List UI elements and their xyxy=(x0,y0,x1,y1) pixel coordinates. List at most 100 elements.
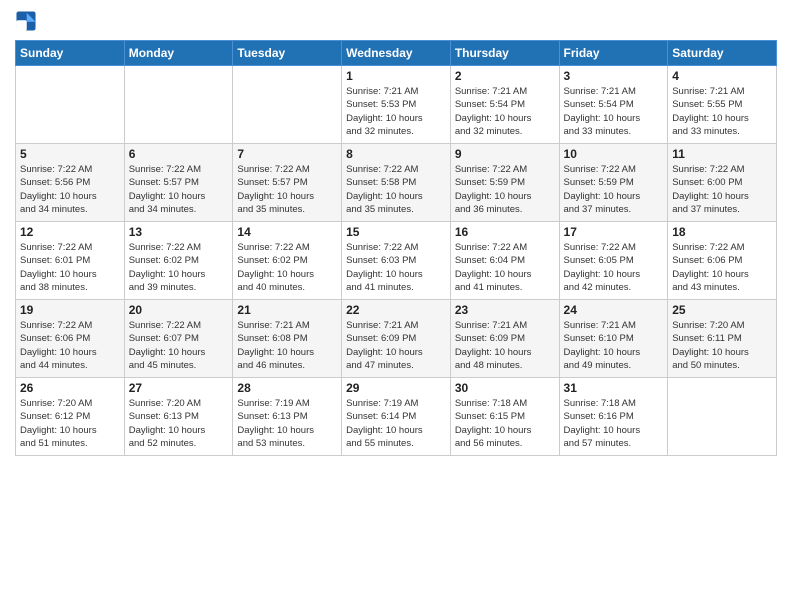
day-info: Sunrise: 7:22 AM Sunset: 6:03 PM Dayligh… xyxy=(346,241,446,294)
day-info: Sunrise: 7:19 AM Sunset: 6:13 PM Dayligh… xyxy=(237,397,337,450)
day-number: 9 xyxy=(455,147,555,161)
day-info: Sunrise: 7:21 AM Sunset: 6:09 PM Dayligh… xyxy=(346,319,446,372)
day-number: 23 xyxy=(455,303,555,317)
day-number: 12 xyxy=(20,225,120,239)
day-info: Sunrise: 7:21 AM Sunset: 6:08 PM Dayligh… xyxy=(237,319,337,372)
day-info: Sunrise: 7:22 AM Sunset: 5:57 PM Dayligh… xyxy=(237,163,337,216)
day-cell: 13 Sunrise: 7:22 AM Sunset: 6:02 PM Dayli… xyxy=(124,222,233,300)
day-cell: 8Sunrise: 7:22 AM Sunset: 5:58 PM Daylig… xyxy=(342,144,451,222)
day-info: Sunrise: 7:18 AM Sunset: 6:16 PM Dayligh… xyxy=(564,397,664,450)
day-info: Sunrise: 7:22 AM Sunset: 5:56 PM Dayligh… xyxy=(20,163,120,216)
day-cell: 19 Sunrise: 7:22 AM Sunset: 6:06 PM Dayli… xyxy=(16,300,125,378)
day-cell xyxy=(233,66,342,144)
day-cell: 2Sunrise: 7:21 AM Sunset: 5:54 PM Daylig… xyxy=(450,66,559,144)
day-number: 31 xyxy=(564,381,664,395)
day-info: Sunrise: 7:21 AM Sunset: 6:09 PM Dayligh… xyxy=(455,319,555,372)
weekday-header-wednesday: Wednesday xyxy=(342,41,451,66)
weekday-header-tuesday: Tuesday xyxy=(233,41,342,66)
day-info: Sunrise: 7:21 AM Sunset: 5:55 PM Dayligh… xyxy=(672,85,772,138)
day-number: 7 xyxy=(237,147,337,161)
day-cell: 22 Sunrise: 7:21 AM Sunset: 6:09 PM Dayli… xyxy=(342,300,451,378)
day-number: 4 xyxy=(672,69,772,83)
day-info: Sunrise: 7:22 AM Sunset: 6:07 PM Dayligh… xyxy=(129,319,229,372)
day-cell: 5 Sunrise: 7:22 AM Sunset: 5:56 PM Daylig… xyxy=(16,144,125,222)
day-cell: 1 Sunrise: 7:21 AM Sunset: 5:53 PM Daylig… xyxy=(342,66,451,144)
day-cell: 15 Sunrise: 7:22 AM Sunset: 6:03 PM Dayli… xyxy=(342,222,451,300)
weekday-header-saturday: Saturday xyxy=(668,41,777,66)
weekday-header-sunday: Sunday xyxy=(16,41,125,66)
day-cell: 16Sunrise: 7:22 AM Sunset: 6:04 PM Dayli… xyxy=(450,222,559,300)
day-number: 25 xyxy=(672,303,772,317)
day-cell: 7 Sunrise: 7:22 AM Sunset: 5:57 PM Daylig… xyxy=(233,144,342,222)
day-number: 1 xyxy=(346,69,446,83)
weekday-header-thursday: Thursday xyxy=(450,41,559,66)
day-cell: 6 Sunrise: 7:22 AM Sunset: 5:57 PM Daylig… xyxy=(124,144,233,222)
day-number: 5 xyxy=(20,147,120,161)
day-info: Sunrise: 7:22 AM Sunset: 6:05 PM Dayligh… xyxy=(564,241,664,294)
page: SundayMondayTuesdayWednesdayThursdayFrid… xyxy=(0,0,792,612)
day-number: 10 xyxy=(564,147,664,161)
day-cell xyxy=(124,66,233,144)
day-number: 15 xyxy=(346,225,446,239)
day-info: Sunrise: 7:22 AM Sunset: 5:57 PM Dayligh… xyxy=(129,163,229,216)
day-number: 19 xyxy=(20,303,120,317)
day-info: Sunrise: 7:22 AM Sunset: 6:06 PM Dayligh… xyxy=(20,319,120,372)
day-number: 13 xyxy=(129,225,229,239)
day-cell: 14 Sunrise: 7:22 AM Sunset: 6:02 PM Dayli… xyxy=(233,222,342,300)
day-number: 11 xyxy=(672,147,772,161)
day-info: Sunrise: 7:22 AM Sunset: 6:00 PM Dayligh… xyxy=(672,163,772,216)
day-number: 6 xyxy=(129,147,229,161)
day-cell xyxy=(16,66,125,144)
day-number: 17 xyxy=(564,225,664,239)
day-number: 3 xyxy=(564,69,664,83)
day-info: Sunrise: 7:22 AM Sunset: 6:04 PM Dayligh… xyxy=(455,241,555,294)
day-info: Sunrise: 7:20 AM Sunset: 6:13 PM Dayligh… xyxy=(129,397,229,450)
week-row-4: 19 Sunrise: 7:22 AM Sunset: 6:06 PM Dayli… xyxy=(16,300,777,378)
day-number: 26 xyxy=(20,381,120,395)
day-number: 21 xyxy=(237,303,337,317)
day-info: Sunrise: 7:22 AM Sunset: 5:59 PM Dayligh… xyxy=(455,163,555,216)
day-info: Sunrise: 7:21 AM Sunset: 5:54 PM Dayligh… xyxy=(564,85,664,138)
day-number: 22 xyxy=(346,303,446,317)
header xyxy=(15,10,777,32)
day-cell: 12 Sunrise: 7:22 AM Sunset: 6:01 PM Dayli… xyxy=(16,222,125,300)
day-info: Sunrise: 7:22 AM Sunset: 6:02 PM Dayligh… xyxy=(129,241,229,294)
day-info: Sunrise: 7:22 AM Sunset: 6:02 PM Dayligh… xyxy=(237,241,337,294)
day-info: Sunrise: 7:22 AM Sunset: 5:59 PM Dayligh… xyxy=(564,163,664,216)
day-number: 20 xyxy=(129,303,229,317)
day-cell: 9 Sunrise: 7:22 AM Sunset: 5:59 PM Daylig… xyxy=(450,144,559,222)
week-row-2: 5 Sunrise: 7:22 AM Sunset: 5:56 PM Daylig… xyxy=(16,144,777,222)
day-cell: 10 Sunrise: 7:22 AM Sunset: 5:59 PM Dayli… xyxy=(559,144,668,222)
day-cell: 20 Sunrise: 7:22 AM Sunset: 6:07 PM Dayli… xyxy=(124,300,233,378)
day-cell: 25 Sunrise: 7:20 AM Sunset: 6:11 PM Dayli… xyxy=(668,300,777,378)
week-row-1: 1 Sunrise: 7:21 AM Sunset: 5:53 PM Daylig… xyxy=(16,66,777,144)
day-info: Sunrise: 7:22 AM Sunset: 6:01 PM Dayligh… xyxy=(20,241,120,294)
day-info: Sunrise: 7:18 AM Sunset: 6:15 PM Dayligh… xyxy=(455,397,555,450)
day-info: Sunrise: 7:21 AM Sunset: 5:54 PM Dayligh… xyxy=(455,85,555,138)
day-number: 24 xyxy=(564,303,664,317)
day-cell: 23 Sunrise: 7:21 AM Sunset: 6:09 PM Dayli… xyxy=(450,300,559,378)
day-cell: 18Sunrise: 7:22 AM Sunset: 6:06 PM Dayli… xyxy=(668,222,777,300)
weekday-header-friday: Friday xyxy=(559,41,668,66)
day-cell: 26 Sunrise: 7:20 AM Sunset: 6:12 PM Dayli… xyxy=(16,378,125,456)
day-info: Sunrise: 7:21 AM Sunset: 6:10 PM Dayligh… xyxy=(564,319,664,372)
day-cell: 17 Sunrise: 7:22 AM Sunset: 6:05 PM Dayli… xyxy=(559,222,668,300)
day-cell: 24 Sunrise: 7:21 AM Sunset: 6:10 PM Dayli… xyxy=(559,300,668,378)
day-cell: 4 Sunrise: 7:21 AM Sunset: 5:55 PM Daylig… xyxy=(668,66,777,144)
day-cell: 11 Sunrise: 7:22 AM Sunset: 6:00 PM Dayli… xyxy=(668,144,777,222)
day-info: Sunrise: 7:20 AM Sunset: 6:12 PM Dayligh… xyxy=(20,397,120,450)
day-number: 30 xyxy=(455,381,555,395)
day-number: 28 xyxy=(237,381,337,395)
day-cell: 30 Sunrise: 7:18 AM Sunset: 6:15 PM Dayli… xyxy=(450,378,559,456)
day-info: Sunrise: 7:21 AM Sunset: 5:53 PM Dayligh… xyxy=(346,85,446,138)
weekday-header-row: SundayMondayTuesdayWednesdayThursdayFrid… xyxy=(16,41,777,66)
week-row-3: 12 Sunrise: 7:22 AM Sunset: 6:01 PM Dayli… xyxy=(16,222,777,300)
day-info: Sunrise: 7:22 AM Sunset: 5:58 PM Dayligh… xyxy=(346,163,446,216)
logo xyxy=(15,10,41,32)
calendar: SundayMondayTuesdayWednesdayThursdayFrid… xyxy=(15,40,777,456)
day-number: 29 xyxy=(346,381,446,395)
day-info: Sunrise: 7:20 AM Sunset: 6:11 PM Dayligh… xyxy=(672,319,772,372)
weekday-header-monday: Monday xyxy=(124,41,233,66)
day-cell: 29Sunrise: 7:19 AM Sunset: 6:14 PM Dayli… xyxy=(342,378,451,456)
day-number: 14 xyxy=(237,225,337,239)
